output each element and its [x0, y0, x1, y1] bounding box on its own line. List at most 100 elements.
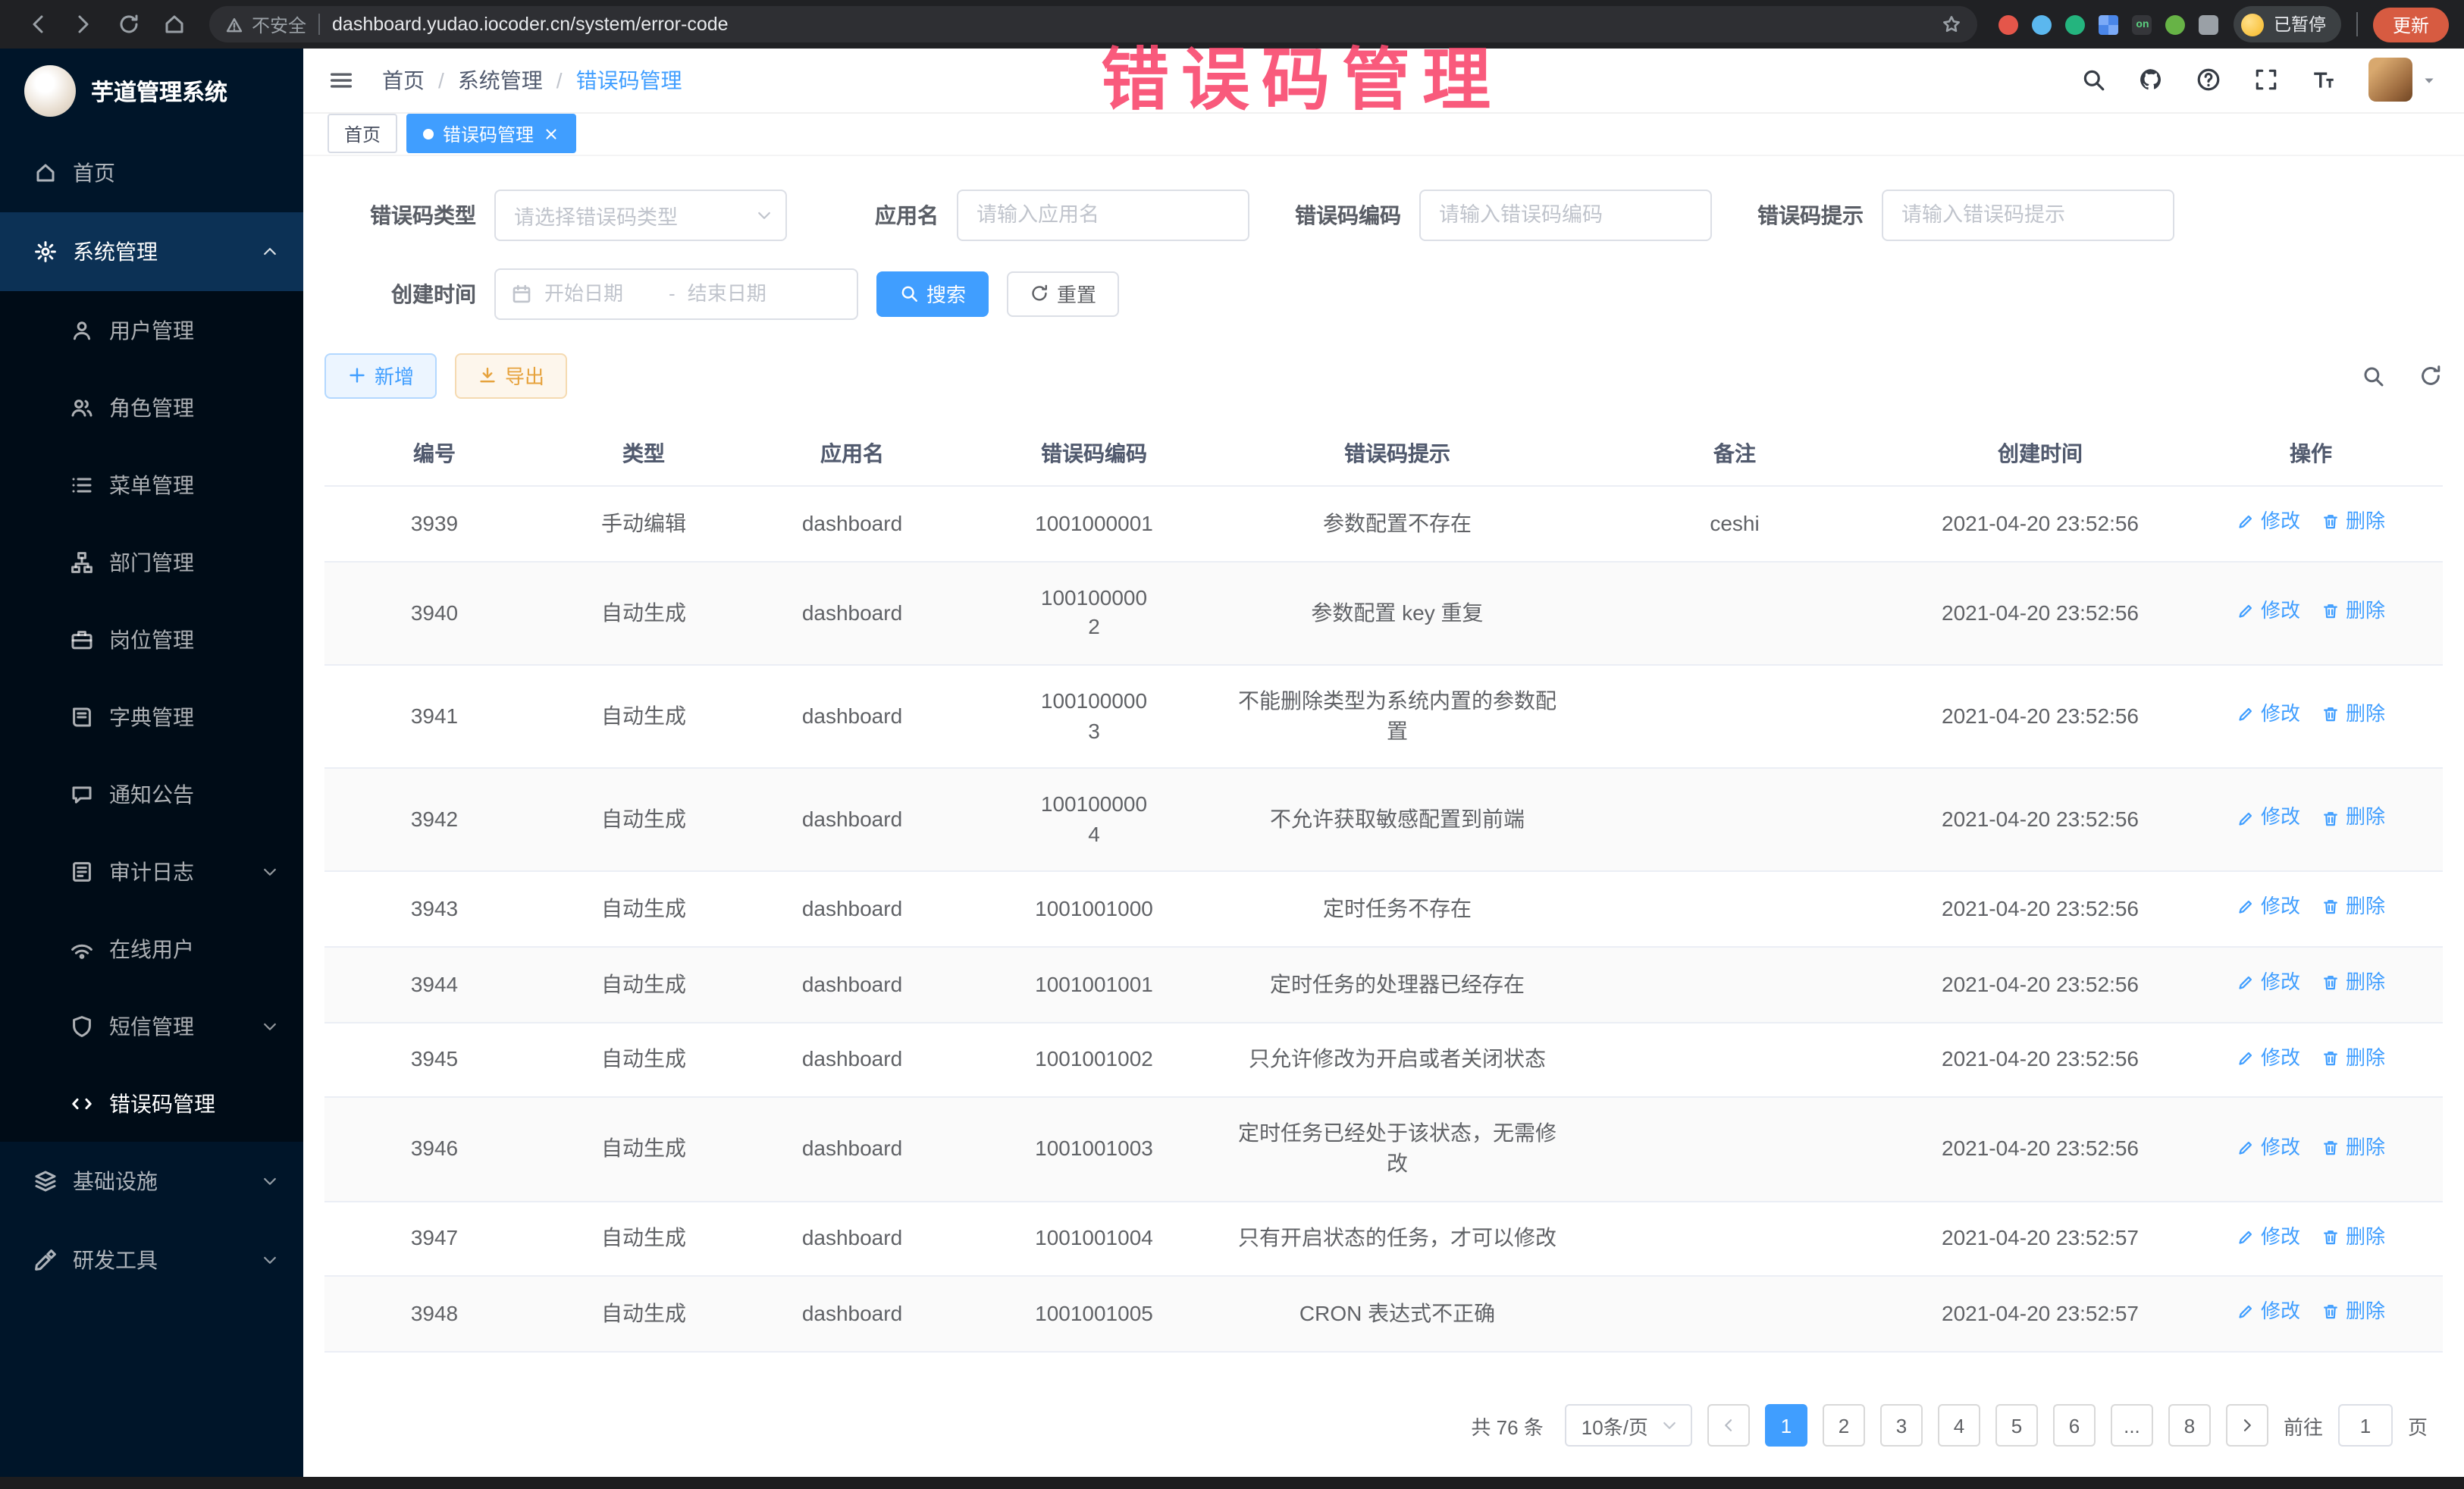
- reload-icon[interactable]: [117, 12, 141, 36]
- pager-page-6[interactable]: 6: [2053, 1404, 2096, 1447]
- delete-link[interactable]: 删除: [2321, 1133, 2385, 1161]
- search-button[interactable]: 搜索: [876, 271, 989, 316]
- sidebar-item-audit-log[interactable]: 审计日志: [0, 832, 303, 910]
- filter-msg-input[interactable]: [1882, 189, 2174, 240]
- add-button[interactable]: 新增: [324, 353, 437, 398]
- sidebar-item-home[interactable]: 首页: [0, 133, 303, 212]
- tabs-bar: 首页 错误码管理: [303, 113, 2464, 155]
- goto-page-input[interactable]: [2338, 1404, 2393, 1447]
- filter-row-2: 创建时间 - 搜索 重置: [324, 268, 2443, 319]
- table-refresh-icon[interactable]: [2419, 363, 2443, 387]
- edit-link[interactable]: 修改: [2237, 1223, 2300, 1250]
- reset-button[interactable]: 重置: [1007, 271, 1119, 316]
- sidebar-item-infra[interactable]: 基础设施: [0, 1142, 303, 1221]
- address-bar[interactable]: 不安全 dashboard.yudao.iocoder.cn/system/er…: [209, 6, 1978, 42]
- edit-icon: [2237, 973, 2255, 992]
- edit-link[interactable]: 修改: [2237, 1299, 2300, 1326]
- edit-link[interactable]: 修改: [2237, 508, 2300, 535]
- filter-app-input[interactable]: [957, 189, 1249, 240]
- next-page-button[interactable]: [2226, 1404, 2268, 1447]
- star-icon[interactable]: [1942, 14, 1963, 35]
- delete-link[interactable]: 删除: [2321, 508, 2385, 535]
- close-tab-icon[interactable]: [543, 125, 560, 142]
- github-icon[interactable]: [2138, 67, 2164, 93]
- delete-link[interactable]: 删除: [2321, 894, 2385, 921]
- breadcrumb-system[interactable]: 系统管理: [458, 65, 543, 96]
- font-size-icon[interactable]: [2311, 67, 2337, 93]
- cell-msg: 定时任务的处理器已经存在: [1227, 947, 1568, 1022]
- sidebar-item-notice[interactable]: 通知公告: [0, 755, 303, 832]
- extension-icon-red[interactable]: [1999, 14, 2019, 34]
- delete-link[interactable]: 删除: [2321, 597, 2385, 625]
- pager-page-3[interactable]: 3: [1880, 1404, 1923, 1447]
- extension-icon-puzzle[interactable]: [2199, 14, 2219, 34]
- filter-date-range[interactable]: -: [494, 268, 858, 319]
- fullscreen-icon[interactable]: [2253, 67, 2279, 93]
- forward-icon[interactable]: [71, 12, 96, 36]
- pager-ellipsis[interactable]: ...: [2111, 1404, 2153, 1447]
- edit-link[interactable]: 修改: [2237, 969, 2300, 996]
- tab-error-code[interactable]: 错误码管理: [406, 114, 576, 153]
- search-icon[interactable]: [2080, 67, 2106, 93]
- sidebar-item-dict[interactable]: 字典管理: [0, 678, 303, 755]
- delete-label: 删除: [2346, 1223, 2385, 1250]
- cell-msg: 只允许修改为开启或者关闭状态: [1227, 1023, 1568, 1098]
- page-size-select[interactable]: 10条/页: [1565, 1404, 1692, 1447]
- delete-link[interactable]: 删除: [2321, 1299, 2385, 1326]
- sidebar: 芋道管理系统 首页系统管理用户管理角色管理菜单管理部门管理岗位管理字典管理通知公…: [0, 49, 303, 1477]
- delete-link[interactable]: 删除: [2321, 804, 2385, 832]
- pager-page-5[interactable]: 5: [1995, 1404, 2038, 1447]
- delete-link[interactable]: 删除: [2321, 1045, 2385, 1072]
- sidebar-item-user[interactable]: 用户管理: [0, 291, 303, 368]
- sidebar-item-system[interactable]: 系统管理: [0, 212, 303, 291]
- extension-icon-blue[interactable]: [2033, 14, 2052, 34]
- pager-page-8[interactable]: 8: [2168, 1404, 2211, 1447]
- edit-label: 修改: [2261, 1299, 2300, 1326]
- prev-page-button[interactable]: [1707, 1404, 1750, 1447]
- pager-page-4[interactable]: 4: [1938, 1404, 1980, 1447]
- filter-type-select[interactable]: 请选择错误码类型: [494, 189, 787, 240]
- table-search-icon[interactable]: [2361, 363, 2385, 387]
- end-date-input[interactable]: [685, 281, 803, 306]
- delete-link[interactable]: 删除: [2321, 969, 2385, 996]
- sidebar-item-sms[interactable]: 短信管理: [0, 987, 303, 1064]
- question-icon[interactable]: [2196, 67, 2221, 93]
- sidebar-item-post[interactable]: 岗位管理: [0, 600, 303, 678]
- tab-home[interactable]: 首页: [328, 114, 397, 153]
- cell-remark: [1568, 1098, 1901, 1201]
- table-header-row: 编号 类型 应用名 错误码编码 错误码提示 备注 创建时间 操作: [324, 422, 2443, 486]
- edit-link[interactable]: 修改: [2237, 804, 2300, 832]
- home-icon[interactable]: [162, 12, 187, 36]
- sidebar-item-devtools[interactable]: 研发工具: [0, 1221, 303, 1299]
- sidebar-item-error-code[interactable]: 错误码管理: [0, 1064, 303, 1142]
- extension-icon-grid[interactable]: [2099, 14, 2119, 34]
- menu-toggle-icon[interactable]: [328, 67, 355, 94]
- sidebar-item-online-user[interactable]: 在线用户: [0, 910, 303, 987]
- edit-link[interactable]: 修改: [2237, 597, 2300, 625]
- extension-icon-green[interactable]: [2066, 14, 2086, 34]
- breadcrumb-home[interactable]: 首页: [382, 65, 425, 96]
- sidebar-item-dept[interactable]: 部门管理: [0, 523, 303, 600]
- update-button[interactable]: 更新: [2373, 7, 2449, 42]
- delete-link[interactable]: 删除: [2321, 1223, 2385, 1250]
- edit-link[interactable]: 修改: [2237, 894, 2300, 921]
- start-date-input[interactable]: [541, 281, 660, 306]
- caret-down-icon[interactable]: [2422, 73, 2437, 88]
- export-button[interactable]: 导出: [455, 353, 567, 398]
- pager-page-2[interactable]: 2: [1823, 1404, 1865, 1447]
- sidebar-item-menu[interactable]: 菜单管理: [0, 446, 303, 523]
- edit-link[interactable]: 修改: [2237, 1045, 2300, 1072]
- delete-link[interactable]: 删除: [2321, 701, 2385, 729]
- back-icon[interactable]: [26, 12, 50, 36]
- user-avatar[interactable]: [2368, 58, 2412, 102]
- extension-icon-leaf[interactable]: [2166, 14, 2186, 34]
- profile-chip[interactable]: 已暂停: [2234, 6, 2341, 42]
- edit-link[interactable]: 修改: [2237, 1133, 2300, 1161]
- pager-page-1[interactable]: 1: [1765, 1404, 1807, 1447]
- edit-link[interactable]: 修改: [2237, 701, 2300, 729]
- sidebar-item-role[interactable]: 角色管理: [0, 368, 303, 446]
- extension-icon-on[interactable]: [2133, 14, 2152, 34]
- table-body: 3939手动编辑dashboard1001000001参数配置不存在ceshi2…: [324, 486, 2443, 1352]
- filter-code-input[interactable]: [1419, 189, 1712, 240]
- chevron-down-icon: [755, 205, 773, 224]
